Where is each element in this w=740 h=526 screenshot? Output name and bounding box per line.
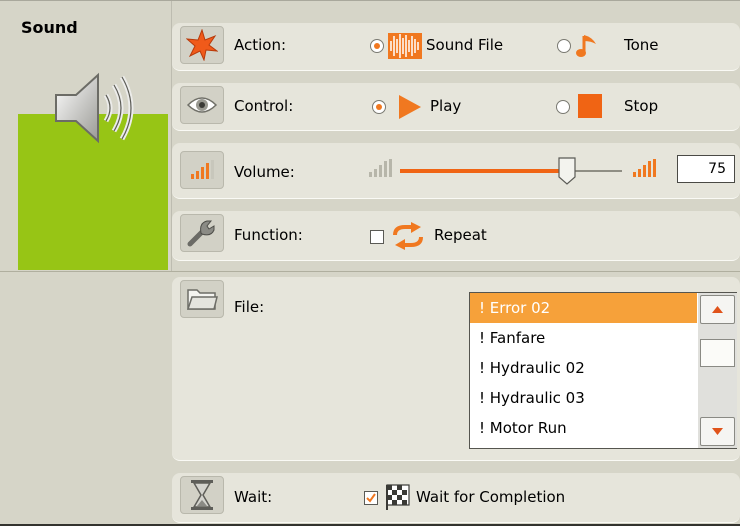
scroll-thumb[interactable] bbox=[700, 339, 735, 367]
file-listbox[interactable]: ! Error 02 ! Fanfare ! Hydraulic 02 ! Hy… bbox=[469, 292, 737, 449]
section-divider bbox=[0, 271, 740, 272]
scroll-up-button[interactable] bbox=[700, 295, 735, 324]
music-note-icon bbox=[576, 35, 596, 57]
function-label: Function: bbox=[234, 226, 303, 244]
speaker-icon bbox=[55, 72, 134, 144]
repeat-option-label[interactable]: Repeat bbox=[434, 226, 487, 244]
wait-label: Wait: bbox=[234, 488, 273, 506]
repeat-checkbox[interactable] bbox=[370, 230, 384, 244]
hourglass-icon bbox=[180, 476, 224, 514]
list-item[interactable]: ! Hydraulic 02 bbox=[470, 353, 697, 383]
arrow-down-icon bbox=[712, 428, 723, 435]
volume-value-input[interactable]: 75 bbox=[677, 155, 735, 183]
play-option-label[interactable]: Play bbox=[430, 97, 461, 115]
checkered-flag-icon bbox=[386, 484, 410, 510]
volume-row: Volume: 75 bbox=[172, 143, 740, 199]
list-item[interactable]: ! Motor Run bbox=[470, 413, 697, 443]
list-item[interactable]: ! Fanfare bbox=[470, 323, 697, 353]
sound-block-config-panel: Sound Action: Sound File Tone Control: P… bbox=[0, 0, 740, 526]
control-row: Control: Play Stop bbox=[172, 83, 740, 131]
volume-label: Volume: bbox=[234, 163, 295, 181]
file-label: File: bbox=[234, 298, 265, 316]
tone-option-label[interactable]: Tone bbox=[624, 36, 659, 54]
volume-max-icon bbox=[633, 159, 656, 177]
control-label: Control: bbox=[234, 97, 294, 115]
list-item[interactable]: ! Hydraulic 03 bbox=[470, 383, 697, 413]
volume-min-icon bbox=[369, 159, 392, 177]
repeat-arrows-icon bbox=[393, 222, 423, 250]
wait-for-completion-checkbox[interactable] bbox=[364, 491, 378, 505]
listbox-scrollbar[interactable] bbox=[698, 293, 737, 448]
file-row: File: ! Error 02 ! Fanfare ! Hydraulic 0… bbox=[172, 277, 740, 461]
action-star-icon bbox=[180, 26, 224, 64]
check-mark-icon bbox=[366, 493, 376, 503]
sound-wave-icon bbox=[388, 33, 422, 59]
function-row: Function: Repeat bbox=[172, 211, 740, 261]
volume-slider[interactable] bbox=[400, 155, 622, 185]
action-label: Action: bbox=[234, 36, 287, 54]
tone-radio[interactable] bbox=[557, 39, 571, 53]
stop-radio[interactable] bbox=[556, 100, 570, 114]
play-radio[interactable] bbox=[372, 100, 386, 114]
block-summary: Sound bbox=[0, 1, 172, 271]
list-item[interactable]: ! Error 02 bbox=[470, 293, 697, 323]
block-title: Sound bbox=[21, 18, 78, 37]
arrow-up-icon bbox=[712, 306, 723, 313]
scroll-down-button[interactable] bbox=[700, 417, 735, 446]
action-row: Action: Sound File Tone bbox=[172, 23, 740, 71]
eye-icon bbox=[180, 86, 224, 124]
sound-file-option-label[interactable]: Sound File bbox=[426, 36, 503, 54]
stop-option-label[interactable]: Stop bbox=[624, 97, 658, 115]
wait-for-completion-label[interactable]: Wait for Completion bbox=[416, 488, 565, 506]
folder-icon bbox=[180, 280, 224, 318]
stop-icon bbox=[578, 94, 602, 118]
volume-bars-icon bbox=[180, 151, 224, 189]
sound-file-radio[interactable] bbox=[370, 39, 384, 53]
wrench-icon bbox=[180, 214, 224, 252]
play-icon bbox=[399, 95, 421, 119]
wait-row: Wait: Wait for Completion bbox=[172, 473, 740, 523]
